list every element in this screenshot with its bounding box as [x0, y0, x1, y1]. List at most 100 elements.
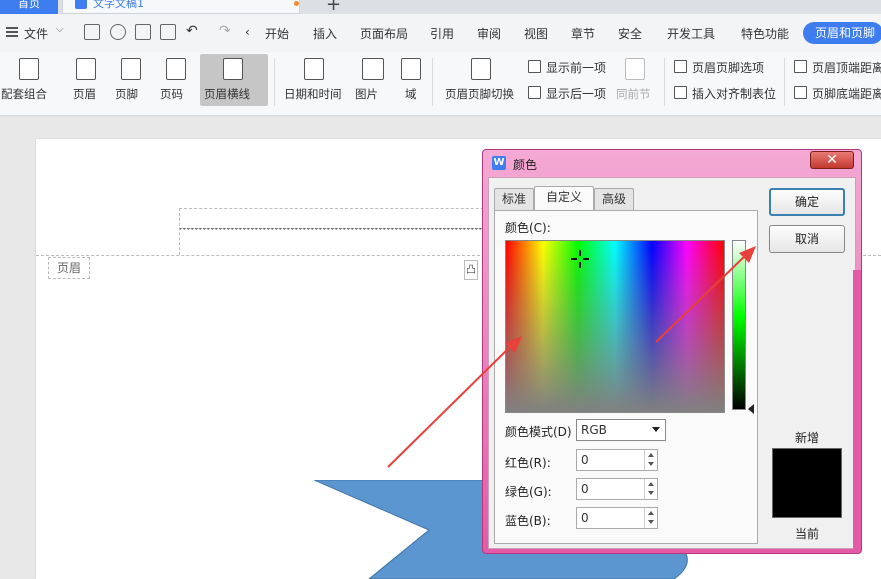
ribbon: 配套组合 页眉 页脚 页码 页眉横线 日期和时间 图片 域 页眉页脚切换 显示前…: [0, 52, 881, 116]
color-preview: [772, 448, 842, 518]
bottom-distance-icon: [794, 86, 807, 99]
dialog-title: 颜色: [513, 158, 538, 172]
custom-pane: 颜色(C): 颜色模式(D) RGB 红色(R): 0 绿色(G): 0 蓝色(…: [494, 210, 758, 544]
header-footer-options-button[interactable]: 页眉页脚选项: [674, 59, 764, 76]
page-number-icon: [166, 58, 186, 80]
chevron-down-icon: [652, 427, 660, 432]
menu-bar: 文件 ⌵ ↶ ↷ ‹ 开始 插入 页面布局 引用 审阅 视图 章节 安全 开发工…: [0, 14, 881, 52]
combo-label: 配套组合: [1, 87, 47, 101]
chevron-down-icon[interactable]: ⌵: [56, 24, 64, 35]
header-line-icon: [223, 58, 243, 80]
header-top-distance-label: 页眉顶端距离: [812, 61, 881, 75]
header-insert-tag[interactable]: 凸: [464, 260, 478, 280]
menu-view[interactable]: 视图: [524, 25, 548, 42]
red-value: 0: [581, 453, 589, 467]
picture-button[interactable]: 图片: [352, 52, 392, 112]
luminance-slider[interactable]: [732, 240, 746, 410]
red-spinner[interactable]: [644, 450, 657, 470]
menu-file[interactable]: 文件: [24, 25, 48, 42]
previous-icon: [528, 60, 541, 73]
combo-button[interactable]: 配套组合: [0, 52, 58, 112]
footer-bottom-distance-button[interactable]: 页脚底端距离: [794, 85, 881, 102]
blue-value: 0: [581, 511, 589, 525]
field-button[interactable]: 域: [398, 52, 424, 112]
footer-button[interactable]: 页脚: [112, 52, 152, 112]
green-input[interactable]: 0: [576, 478, 658, 500]
menu-start[interactable]: 开始: [265, 25, 289, 42]
menu-security[interactable]: 安全: [618, 25, 642, 42]
menu-developer[interactable]: 开发工具: [667, 25, 715, 42]
new-tab-button[interactable]: +: [326, 0, 341, 15]
window-edge: [853, 270, 861, 550]
ribbon-separator: [274, 58, 275, 106]
menu-features[interactable]: 特色功能: [741, 25, 789, 42]
more-icon[interactable]: ‹: [245, 25, 250, 39]
footer-label: 页脚: [115, 87, 138, 101]
switch-header-footer-button[interactable]: 页眉页脚切换: [442, 52, 522, 112]
same-as-previous-label: 同前节: [616, 87, 651, 101]
cancel-button[interactable]: 取消: [769, 225, 845, 253]
header-icon: [76, 58, 96, 80]
color-mode-label: 颜色模式(D): [505, 425, 572, 439]
crosshair-icon[interactable]: [571, 250, 589, 268]
menu-header-footer[interactable]: 页眉和页脚: [803, 22, 881, 44]
wps-writer-icon: W: [492, 156, 506, 170]
header-label: 页眉: [73, 87, 96, 101]
menu-chapter[interactable]: 章节: [571, 25, 595, 42]
export-icon[interactable]: [110, 24, 126, 40]
luminance-handle[interactable]: [748, 404, 754, 414]
tab-advanced[interactable]: 高级: [594, 188, 634, 210]
color-spectrum[interactable]: [505, 240, 725, 413]
show-previous-button[interactable]: 显示前一项: [528, 59, 606, 76]
calendar-icon: [304, 58, 324, 80]
date-time-button[interactable]: 日期和时间: [282, 52, 346, 112]
blue-input[interactable]: 0: [576, 507, 658, 529]
insert-tab-stop-label: 插入对齐制表位: [692, 87, 777, 101]
header-line-button[interactable]: 页眉横线: [200, 54, 268, 106]
undo-icon[interactable]: ↶: [186, 23, 198, 39]
show-next-button[interactable]: 显示后一项: [528, 85, 606, 102]
document-icon: [75, 0, 87, 9]
dialog-body: 标准 自定义 高级 颜色(C): 颜色模式(D) RGB 红色(R): 0 绿色…: [488, 177, 856, 549]
save-icon[interactable]: [84, 24, 100, 40]
menu-insert[interactable]: 插入: [313, 25, 337, 42]
green-spinner[interactable]: [644, 479, 657, 499]
tab-stop-icon: [674, 86, 687, 99]
menu-page-layout[interactable]: 页面布局: [360, 25, 408, 42]
switch-label: 页眉页脚切换: [445, 87, 514, 101]
print-icon[interactable]: [135, 24, 151, 40]
tab-document-label: 文字文稿1: [93, 0, 144, 10]
color-mode-select[interactable]: RGB: [576, 419, 666, 441]
tab-custom[interactable]: 自定义: [534, 186, 594, 210]
menu-references[interactable]: 引用: [430, 25, 454, 42]
color-mode-value: RGB: [581, 423, 607, 437]
same-as-previous-button[interactable]: 同前节: [614, 52, 656, 112]
redo-icon[interactable]: ↷: [219, 23, 231, 39]
red-label: 红色(R):: [505, 456, 551, 470]
color-label: 颜色(C):: [505, 221, 551, 235]
menu-icon[interactable]: [6, 27, 18, 37]
current-color-label: 当前: [795, 527, 820, 541]
header-top-distance-button[interactable]: 页眉顶端距离: [794, 59, 881, 76]
options-icon: [674, 60, 687, 73]
same-as-previous-icon: [625, 58, 645, 80]
tab-document[interactable]: 文字文稿1: [62, 0, 300, 14]
red-input[interactable]: 0: [576, 449, 658, 471]
ok-button[interactable]: 确定: [769, 188, 845, 216]
combo-icon: [19, 58, 39, 80]
blue-spinner[interactable]: [644, 508, 657, 528]
header-line-label: 页眉横线: [204, 87, 250, 101]
top-distance-icon: [794, 60, 807, 73]
green-value: 0: [581, 482, 589, 496]
menu-review[interactable]: 审阅: [477, 25, 501, 42]
picture-icon: [362, 58, 384, 80]
header-button[interactable]: 页眉: [67, 52, 107, 112]
tab-standard[interactable]: 标准: [494, 188, 534, 210]
page-number-button[interactable]: 页码: [157, 52, 197, 112]
tab-home[interactable]: 首页: [0, 0, 58, 14]
insert-tab-stop-button[interactable]: 插入对齐制表位: [674, 85, 776, 102]
preview-icon[interactable]: [160, 24, 176, 40]
date-time-label: 日期和时间: [284, 87, 342, 101]
ribbon-separator: [664, 58, 665, 106]
close-button[interactable]: ✕: [810, 151, 854, 169]
